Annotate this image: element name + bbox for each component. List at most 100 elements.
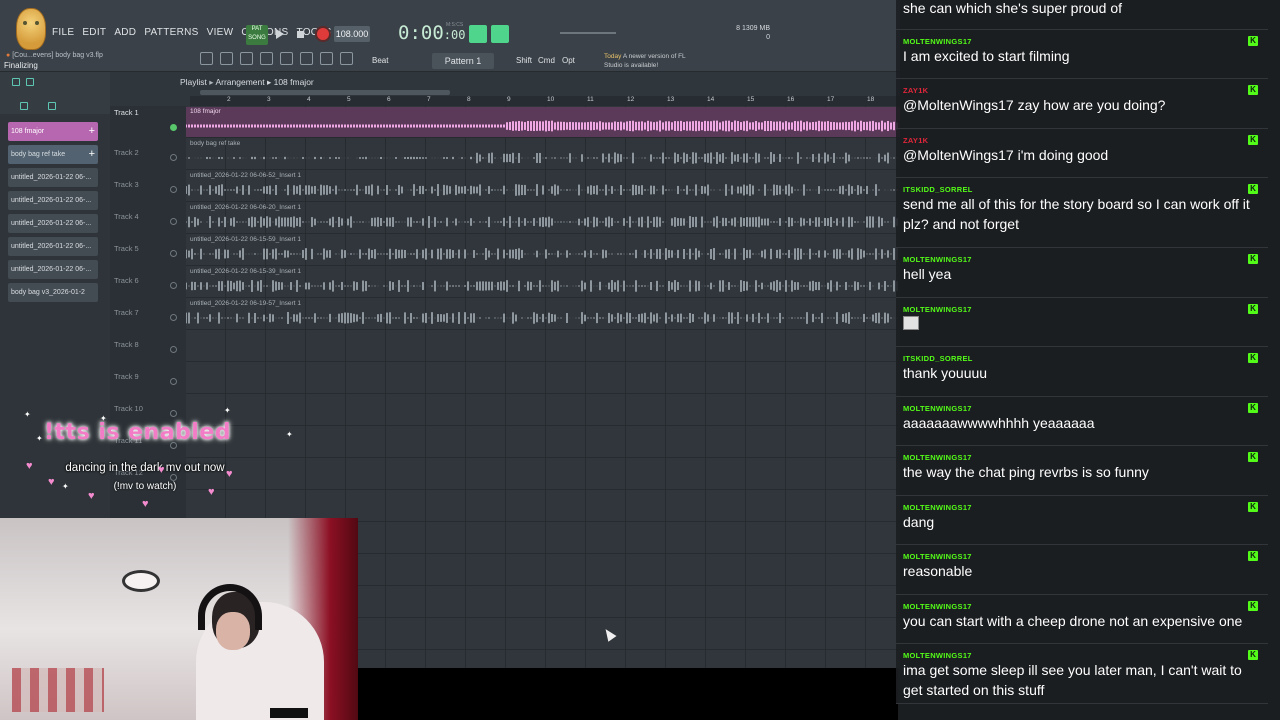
track-header[interactable]: Track 2: [114, 138, 182, 170]
track-mute-icon[interactable]: [170, 124, 177, 131]
track-mute-icon[interactable]: [170, 410, 177, 417]
channel-item[interactable]: untitled_2026-01-22 06-...: [8, 191, 98, 210]
chat-text: you can start with a cheep drone not an …: [903, 613, 1243, 629]
mv-overlay: dancing in the dark mv out now: [65, 462, 225, 474]
mixer-icon[interactable]: [260, 52, 273, 65]
chat-text: reasonable: [903, 563, 973, 579]
track-mute-icon[interactable]: [170, 378, 177, 385]
channel-rack-icon[interactable]: [240, 52, 253, 65]
track-name: Track 2: [114, 148, 139, 157]
menu-item-patterns[interactable]: PATTERNS: [140, 27, 202, 38]
snap-icon[interactable]: [200, 52, 213, 65]
track-mute-icon[interactable]: [170, 346, 177, 353]
channel-item[interactable]: untitled_2026-01-22 06-...: [8, 168, 98, 187]
ruler-bar-number: 10: [547, 96, 555, 103]
chat-overlay: she can which she's super proud of MOLTEN…: [896, 0, 1268, 704]
audio-clip[interactable]: untitled_2026-01-22 06-06-52_Insert 1: [186, 171, 900, 201]
clip-label: untitled_2026-01-22 06-15-39_Insert 1: [190, 268, 301, 275]
chat-username[interactable]: MOLTENWINGS17: [903, 602, 972, 611]
play-button[interactable]: [276, 29, 284, 39]
track-mute-icon[interactable]: [170, 474, 177, 481]
waveform: [186, 184, 898, 196]
pat-song-toggle[interactable]: PAT SONG: [246, 25, 268, 45]
project-title: ● [Cou...evens] body bag v3.flp: [6, 52, 103, 59]
chat-username[interactable]: ZAY1K: [903, 136, 928, 145]
browser-icon[interactable]: [300, 52, 313, 65]
track-mute-icon[interactable]: [170, 186, 177, 193]
track-header[interactable]: Track 3: [114, 170, 182, 202]
record-button[interactable]: [315, 26, 331, 42]
chat-username[interactable]: MOLTENWINGS17: [903, 404, 972, 413]
audio-clip[interactable]: untitled_2026-01-22 06-19-57_Insert 1: [186, 299, 900, 329]
audio-clip[interactable]: body bag ref take: [186, 139, 900, 169]
chat-message: MOLTENWINGS17 Kdang: [896, 496, 1268, 545]
chat-username[interactable]: ITSKIDD_SORREL: [903, 185, 973, 194]
stop-button[interactable]: [297, 31, 304, 38]
chat-username[interactable]: MOLTENWINGS17: [903, 552, 972, 561]
sparkle-icon: ✦: [24, 410, 31, 419]
menu-item-view[interactable]: VIEW: [203, 27, 238, 38]
chat-message: MOLTENWINGS17 Kreasonable: [896, 545, 1268, 595]
track-mute-icon[interactable]: [170, 218, 177, 225]
chat-username[interactable]: MOLTENWINGS17: [903, 255, 972, 264]
track-mute-icon[interactable]: [170, 282, 177, 289]
menu-item-file[interactable]: FILE: [48, 27, 78, 38]
add-icon[interactable]: +: [89, 145, 95, 164]
chat-username[interactable]: ZAY1K: [903, 86, 928, 95]
playlist-icon[interactable]: [280, 52, 293, 65]
pattern-selector[interactable]: Pattern 1: [432, 53, 494, 69]
track-header[interactable]: Track 9: [114, 362, 182, 394]
tempo-display[interactable]: 108.000: [334, 26, 370, 42]
channel-item[interactable]: untitled_2026-01-22 06-...: [8, 260, 98, 279]
chat-username[interactable]: MOLTENWINGS17: [903, 37, 972, 46]
kick-badge-icon: K: [1248, 353, 1258, 363]
magnet-icon[interactable]: [26, 78, 34, 86]
track-header[interactable]: Track 8: [114, 330, 182, 362]
piano-roll-icon[interactable]: [220, 52, 233, 65]
menu-item-edit[interactable]: EDIT: [78, 27, 110, 38]
arrow-icon[interactable]: [12, 78, 20, 86]
waveform: [186, 216, 898, 228]
audio-clip[interactable]: untitled_2026-01-22 06-06-20_Insert 1: [186, 203, 900, 233]
mic-icon[interactable]: [340, 52, 353, 65]
snap-select[interactable]: Beat: [372, 56, 388, 65]
pattern-mode-icon[interactable]: [469, 25, 487, 43]
master-volume-slider[interactable]: [560, 32, 616, 34]
chat-username[interactable]: MOLTENWINGS17: [903, 503, 972, 512]
chat-username[interactable]: ITSKIDD_SORREL: [903, 354, 973, 363]
add-icon[interactable]: +: [89, 122, 95, 141]
plugin-icon[interactable]: [320, 52, 333, 65]
audio-clip[interactable]: 108 fmajor: [186, 107, 900, 137]
chat-text: I am excited to start filming: [903, 48, 1070, 64]
channel-item[interactable]: untitled_2026-01-22 06-...: [8, 214, 98, 233]
metronome-icon[interactable]: [491, 25, 509, 43]
track-header[interactable]: Track 1: [114, 106, 182, 138]
track-mute-icon[interactable]: [170, 250, 177, 257]
track-mute-icon[interactable]: [170, 154, 177, 161]
track-mute-icon[interactable]: [170, 314, 177, 321]
track-header[interactable]: Track 5: [114, 234, 182, 266]
audio-clip[interactable]: untitled_2026-01-22 06-15-59_Insert 1: [186, 235, 900, 265]
timeline-ruler[interactable]: 2 3 4 5 6 7 8 9 10 11 12 13 14 15 16 17 18: [190, 96, 900, 106]
channel-item[interactable]: body bag v3_2026-01-2: [8, 283, 98, 302]
channel-item[interactable]: untitled_2026-01-22 06-...: [8, 237, 98, 256]
chat-username[interactable]: MOLTENWINGS17: [903, 305, 972, 314]
audio-clip[interactable]: untitled_2026-01-22 06-15-39_Insert 1: [186, 267, 900, 297]
cmd-key[interactable]: Cmd: [538, 56, 555, 65]
chat-username[interactable]: MOLTENWINGS17: [903, 453, 972, 462]
menu-item-add[interactable]: ADD: [110, 27, 140, 38]
shift-key[interactable]: Shift: [516, 56, 532, 65]
ceiling-light: [122, 570, 160, 592]
add-icon[interactable]: [48, 102, 56, 110]
update-notice[interactable]: Today A newer version of FL Studio is av…: [604, 52, 700, 70]
channel-item[interactable]: body bag ref take +: [8, 145, 98, 164]
track-header[interactable]: Track 7: [114, 298, 182, 330]
track-header[interactable]: Track 4: [114, 202, 182, 234]
channel-item[interactable]: 108 fmajor +: [8, 122, 98, 141]
chat-username[interactable]: MOLTENWINGS17: [903, 651, 972, 660]
track-header[interactable]: Track 6: [114, 266, 182, 298]
track-name: Track 1: [114, 108, 139, 117]
wave-icon[interactable]: [20, 102, 28, 110]
opt-key[interactable]: Opt: [562, 56, 575, 65]
horizontal-scrollbar[interactable]: [200, 90, 450, 95]
